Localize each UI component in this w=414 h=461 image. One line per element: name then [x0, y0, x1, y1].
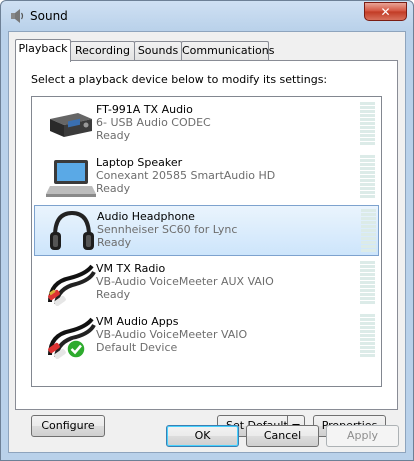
device-status: Default Device — [96, 341, 178, 354]
title-bar[interactable]: Sound ✕ — [1, 1, 413, 31]
tab-communications[interactable]: Communications — [181, 41, 274, 60]
device-name: VM Audio Apps — [96, 315, 179, 328]
device-item-laptop-speaker[interactable]: Laptop Speaker Conexant 20585 SmartAudio… — [34, 152, 379, 203]
rca-cable-default-icon — [48, 317, 96, 359]
device-status: Ready — [96, 182, 131, 195]
device-status: Ready — [96, 129, 131, 142]
headphones-icon — [50, 210, 94, 250]
device-status: Ready — [97, 236, 132, 249]
device-description: Sennheiser SC60 for Lync — [97, 223, 238, 236]
device-item-ft-991a[interactable]: FT-991A TX Audio 6- USB Audio CODEC Read… — [34, 99, 379, 150]
device-item-vm-audio-apps[interactable]: VM Audio Apps VB-Audio VoiceMeeter VAIO … — [34, 311, 379, 362]
laptop-icon — [46, 160, 96, 197]
device-description: Conexant 20585 SmartAudio HD — [96, 169, 276, 182]
device-item-audio-headphone[interactable]: Audio Headphone Sennheiser SC60 for Lync… — [34, 205, 379, 256]
device-name: Laptop Speaker — [96, 156, 183, 169]
device-name: Audio Headphone — [97, 210, 195, 223]
tab-recording[interactable]: Recording — [70, 41, 135, 60]
device-description: VB-Audio VoiceMeeter VAIO — [96, 328, 248, 341]
configure-button[interactable]: Configure — [31, 415, 105, 437]
device-name: VM TX Radio — [96, 262, 166, 275]
device-description: 6- USB Audio CODEC — [96, 116, 211, 129]
close-button[interactable]: ✕ — [364, 2, 407, 21]
tab-playback[interactable]: Playback — [15, 39, 71, 62]
volume-meter — [361, 209, 376, 254]
volume-meter — [360, 314, 375, 359]
rca-cable-icon — [48, 264, 96, 306]
apply-button: Apply — [326, 425, 399, 447]
dialog-client-area: Playback Recording Sounds Communications… — [8, 31, 406, 453]
speaker-icon — [11, 9, 24, 23]
volume-meter — [360, 102, 375, 147]
tab-sounds[interactable]: Sounds — [134, 41, 182, 60]
cancel-button[interactable]: Cancel — [246, 425, 319, 447]
volume-meter — [360, 155, 375, 200]
volume-meter — [360, 261, 375, 306]
playback-device-list[interactable]: FT-991A TX Audio 6- USB Audio CODEC Read… — [31, 96, 382, 387]
window-title: Sound — [30, 9, 68, 23]
device-name: FT-991A TX Audio — [96, 103, 193, 116]
ok-button[interactable]: OK — [166, 425, 239, 447]
instruction-text: Select a playback device below to modify… — [31, 73, 328, 86]
usb-audio-device-icon — [50, 113, 92, 137]
device-status: Ready — [96, 288, 131, 301]
playback-panel: Select a playback device below to modify… — [15, 60, 398, 437]
device-description: VB-Audio VoiceMeeter AUX VAIO — [96, 275, 274, 288]
device-item-vm-tx-radio[interactable]: VM TX Radio VB-Audio VoiceMeeter AUX VAI… — [34, 258, 379, 309]
sound-dialog-window: Sound ✕ Playback Recording Sounds Commun… — [0, 0, 414, 461]
